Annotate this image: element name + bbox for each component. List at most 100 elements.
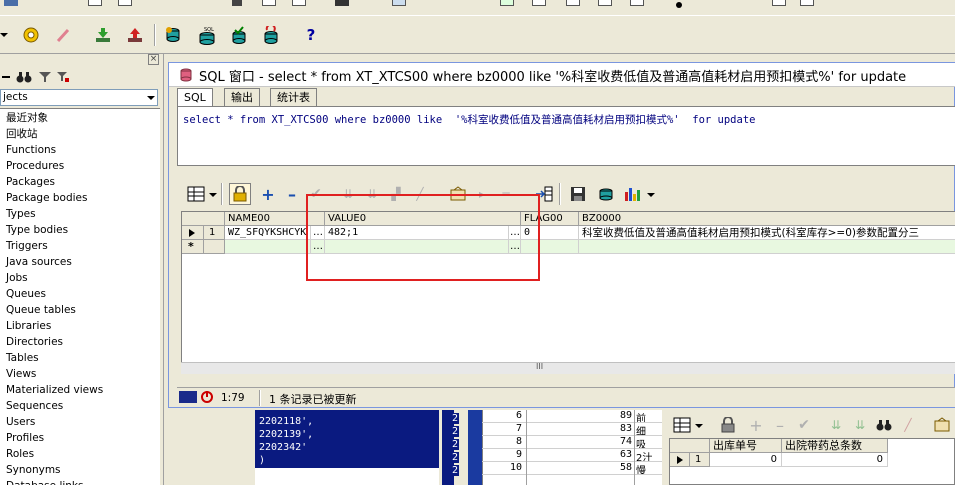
toolbar-icon-4[interactable]	[232, 0, 242, 6]
clear-icon[interactable]: ╱	[897, 414, 919, 436]
lock-icon[interactable]	[717, 414, 739, 436]
toolbar-icon-11[interactable]	[566, 0, 580, 6]
toolbar-icon-2[interactable]	[88, 0, 102, 6]
object-type-combo[interactable]: jects	[0, 89, 158, 106]
db-connect-icon[interactable]	[162, 24, 184, 46]
panel-toolbar	[0, 68, 160, 88]
db-commit-icon[interactable]	[228, 24, 250, 46]
new-row-indicator[interactable]: *	[182, 240, 204, 254]
sql-editor[interactable]: select * from XT_XTCS00 where bz0000 lik…	[177, 106, 955, 166]
grid-view-icon[interactable]	[671, 414, 693, 436]
object-tree-item[interactable]: Java sources	[6, 254, 72, 270]
object-tree-item[interactable]: Jobs	[6, 270, 28, 286]
object-tree-item[interactable]: 回收站	[6, 126, 38, 142]
import-down-icon[interactable]	[92, 24, 114, 46]
dropdown-arrow-icon[interactable]	[0, 33, 8, 37]
object-tree-item[interactable]: Packages	[6, 174, 55, 190]
object-tree-item[interactable]: Procedures	[6, 158, 64, 174]
db-rollback-icon[interactable]	[260, 24, 282, 46]
object-tree-item[interactable]: Sequences	[6, 398, 63, 414]
new-row-cell[interactable]	[579, 240, 955, 254]
new-row-cell[interactable]	[225, 240, 311, 254]
panel-close-icon[interactable]: ×	[148, 54, 159, 65]
object-tree-item[interactable]: Queue tables	[6, 302, 76, 318]
object-tree-item[interactable]: Materialized views	[6, 382, 103, 398]
object-tree-item[interactable]: Functions	[6, 142, 56, 158]
tab-statistics[interactable]: 统计表	[270, 88, 317, 106]
toolbar-icon-12[interactable]	[598, 0, 612, 6]
chart-icon[interactable]	[621, 183, 643, 205]
object-tree-item[interactable]: Triggers	[6, 238, 48, 254]
export-grid-icon[interactable]	[931, 414, 953, 436]
toolbar-dot-icon[interactable]	[676, 2, 682, 8]
main-toolbar: SQL ?	[0, 0, 955, 54]
list-row-value: 74	[619, 436, 632, 447]
toolbar-icon-3[interactable]	[118, 0, 132, 6]
help-icon[interactable]: ?	[300, 24, 322, 46]
add-record-icon[interactable]: +	[745, 414, 767, 436]
toolbar-icon-10[interactable]	[532, 0, 546, 6]
combo-dropdown-icon[interactable]	[147, 96, 155, 100]
grid-horizontal-scrollbar[interactable]: III	[181, 362, 955, 374]
toolbar-icon-13[interactable]	[630, 0, 644, 6]
filter-icon[interactable]	[38, 71, 52, 86]
cell-discharge-count[interactable]: 0	[782, 453, 888, 467]
object-tree-item[interactable]: Synonyms	[6, 462, 61, 478]
grid-view-dropdown-icon[interactable]	[209, 193, 217, 197]
add-record-icon[interactable]: +	[257, 183, 279, 205]
magic-wand-icon[interactable]	[52, 24, 74, 46]
post-record-icon[interactable]: ✔	[793, 414, 815, 436]
toolbar-icon-15[interactable]	[800, 0, 814, 6]
scrollbar-thumb-grip[interactable]: III	[536, 362, 543, 371]
grid-view-dropdown-icon[interactable]	[695, 424, 703, 428]
filter-edit-icon[interactable]	[56, 71, 70, 86]
object-tree-item[interactable]: Tables	[6, 350, 39, 366]
row-indicator[interactable]	[670, 453, 690, 467]
delete-record-icon[interactable]: –	[769, 414, 791, 436]
toolbar-icon-9[interactable]	[500, 0, 514, 6]
cell-outbound-no[interactable]: 0	[710, 453, 782, 467]
object-tree-item[interactable]: Types	[6, 206, 36, 222]
object-tree-item[interactable]: Queues	[6, 286, 46, 302]
save-icon[interactable]	[567, 183, 589, 205]
query-next-icon[interactable]: ⇊	[849, 414, 871, 436]
object-tree-item[interactable]: Directories	[6, 334, 63, 350]
col-header-outbound-no[interactable]: 出库单号	[710, 439, 782, 453]
toolbar-icon-7[interactable]	[335, 0, 349, 6]
object-tree-item[interactable]: 最近对象	[6, 110, 48, 126]
grid-view-icon[interactable]	[185, 183, 207, 205]
query-by-example-icon[interactable]: ⇊	[825, 414, 847, 436]
chart-dropdown-icon[interactable]	[647, 193, 655, 197]
toolbar-icon-6[interactable]	[292, 0, 306, 6]
find-binoculars-icon[interactable]	[16, 71, 32, 86]
row-indicator[interactable]	[182, 226, 204, 240]
export-up-icon[interactable]	[124, 24, 146, 46]
col-header-bz0000[interactable]: BZ0000	[579, 212, 955, 226]
object-tree-item[interactable]: Libraries	[6, 318, 51, 334]
find-binoculars-icon[interactable]	[873, 414, 895, 436]
tab-output[interactable]: 输出	[224, 88, 260, 106]
sql-db-icon[interactable]: SQL	[196, 24, 218, 46]
object-tree-item[interactable]: Package bodies	[6, 190, 87, 206]
toolbar-icon-14[interactable]	[772, 0, 786, 6]
tab-sql[interactable]: SQL	[177, 88, 213, 107]
object-tree-item[interactable]: Type bodies	[6, 222, 68, 238]
print-db-icon[interactable]	[595, 183, 617, 205]
toolbar-icon-1[interactable]	[4, 0, 18, 6]
object-tree-item[interactable]: Profiles	[6, 430, 44, 446]
collapse-icon[interactable]	[2, 76, 10, 78]
sql-window-statusbar: 1:79 1 条记录已被更新	[177, 387, 955, 407]
gear-icon[interactable]	[20, 24, 42, 46]
object-tree-item[interactable]: Views	[6, 366, 36, 382]
delete-record-icon[interactable]: –	[281, 183, 303, 205]
col-header-discharge-count[interactable]: 出院带药总条数	[782, 439, 888, 453]
toolbar-icon-5[interactable]	[262, 0, 276, 6]
object-tree-item[interactable]: Roles	[6, 446, 34, 462]
lock-icon[interactable]	[229, 183, 251, 205]
cell-bz0000[interactable]: 科室收费低值及普通高值耗材启用预扣模式(科室库存>=0)参数配置分三	[579, 226, 955, 240]
object-tree-item[interactable]: Database links	[6, 478, 83, 485]
cell-name00[interactable]: WZ_SFQYKSHCYK	[225, 226, 311, 240]
sql-window-titlebar[interactable]: SQL 窗口 - select * from XT_XTCS00 where b…	[169, 63, 955, 87]
toolbar-icon-8[interactable]	[392, 0, 406, 6]
object-tree-item[interactable]: Users	[6, 414, 35, 430]
